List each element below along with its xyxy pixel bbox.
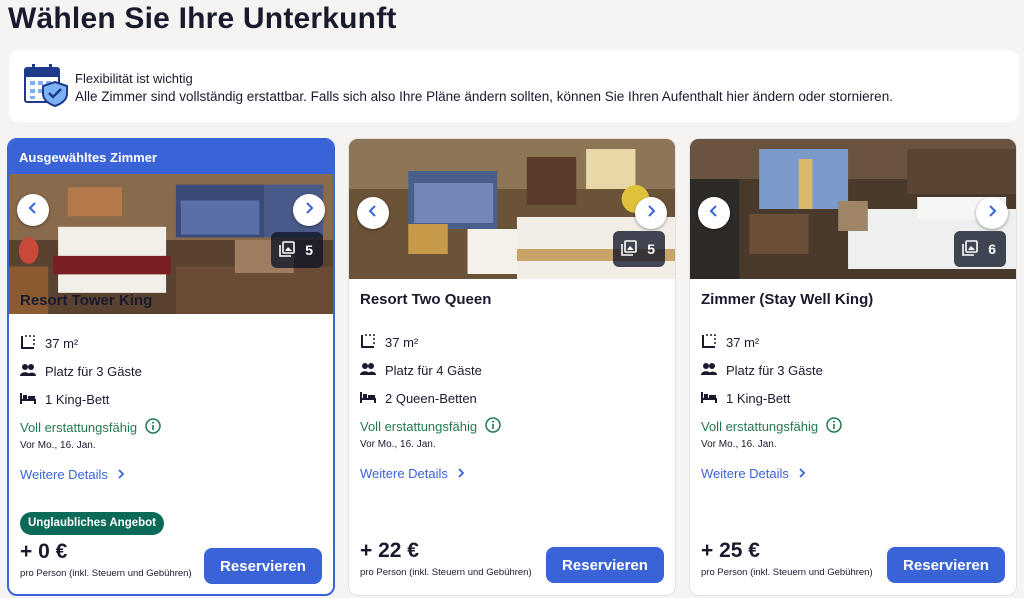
next-photo-button[interactable] — [635, 197, 667, 229]
gallery-icon — [962, 239, 979, 259]
calendar-shield-icon — [23, 62, 69, 108]
bed-icon — [20, 390, 36, 409]
refund-deadline: Vor Mo., 16. Jan. — [701, 439, 777, 450]
chevron-right-icon — [985, 204, 999, 223]
room-size: 37 m² — [20, 334, 78, 352]
photo-count-badge[interactable]: 5 — [271, 232, 323, 268]
page-title: Wählen Sie Ihre Unterkunft — [8, 2, 397, 35]
chevron-left-icon — [26, 201, 40, 220]
refund-label: Voll erstattungsfähig — [20, 419, 138, 435]
guest-capacity-label: Platz für 3 Gäste — [45, 363, 142, 379]
chevron-left-icon — [366, 204, 380, 223]
price: + 0 € — [20, 540, 68, 563]
people-icon — [360, 361, 376, 380]
photo-count-badge[interactable]: 5 — [613, 231, 665, 267]
chevron-right-icon — [116, 467, 126, 482]
info-icon[interactable] — [826, 416, 842, 436]
more-details-label: Weitere Details — [701, 466, 789, 481]
reserve-button[interactable]: Reservieren — [204, 548, 322, 584]
price-note: pro Person (inkl. Steuern und Gebühren) — [20, 568, 192, 579]
info-icon[interactable] — [145, 417, 161, 437]
more-details-link[interactable]: Weitere Details — [20, 467, 126, 482]
previous-photo-button[interactable] — [357, 197, 389, 229]
refund-deadline: Vor Mo., 16. Jan. — [360, 439, 436, 450]
room-name: Resort Tower King — [20, 292, 153, 309]
bed-label: 1 King-Bett — [45, 391, 110, 407]
more-details-link[interactable]: Weitere Details — [701, 466, 807, 481]
room-size: 37 m² — [701, 333, 759, 351]
photo-count: 6 — [988, 241, 996, 257]
bed-info: 1 King-Bett — [20, 390, 109, 408]
more-details-link[interactable]: Weitere Details — [360, 466, 466, 481]
room-size-label: 37 m² — [385, 334, 419, 350]
more-details-label: Weitere Details — [360, 466, 448, 481]
reserve-button[interactable]: Reservieren — [546, 547, 664, 583]
flexibility-title: Flexibilität ist wichtig — [75, 71, 193, 86]
guest-capacity: Platz für 3 Gäste — [20, 362, 142, 380]
refund-label: Voll erstattungsfähig — [360, 418, 478, 434]
room-card-resort-two-queen[interactable]: 5 Resort Two Queen 37 m² Platz für 4 Gäs… — [348, 138, 676, 596]
guest-capacity-label: Platz für 3 Gäste — [726, 362, 823, 378]
chevron-right-icon — [456, 466, 466, 481]
price: + 25 € — [701, 539, 760, 562]
previous-photo-button[interactable] — [698, 197, 730, 229]
guest-capacity-label: Platz für 4 Gäste — [385, 362, 482, 378]
reserve-button[interactable]: Reservieren — [887, 547, 1005, 583]
bed-icon — [701, 389, 717, 408]
gallery-icon — [621, 239, 638, 259]
refund-status: Voll erstattungsfähig — [701, 416, 842, 436]
room-size-label: 37 m² — [45, 335, 79, 351]
more-details-label: Weitere Details — [20, 467, 108, 482]
chevron-right-icon — [797, 466, 807, 481]
refund-status: Voll erstattungsfähig — [360, 416, 501, 436]
deal-badge: Unglaubliches Angebot — [20, 512, 164, 535]
selected-room-label: Ausgewähltes Zimmer — [9, 140, 333, 174]
room-name: Resort Two Queen — [360, 291, 492, 308]
chevron-left-icon — [707, 204, 721, 223]
next-photo-button[interactable] — [976, 197, 1008, 229]
next-photo-button[interactable] — [293, 194, 325, 226]
info-icon[interactable] — [485, 416, 501, 436]
previous-photo-button[interactable] — [17, 194, 49, 226]
bed-label: 1 King-Bett — [726, 390, 791, 406]
refund-deadline: Vor Mo., 16. Jan. — [20, 440, 96, 451]
room-size: 37 m² — [360, 333, 418, 351]
price: + 22 € — [360, 539, 419, 562]
room-size-icon — [20, 334, 36, 353]
bed-icon — [360, 389, 376, 408]
bed-label: 2 Queen-Betten — [385, 390, 477, 406]
photo-count: 5 — [647, 241, 655, 257]
flexibility-text: Alle Zimmer sind vollständig erstattbar.… — [75, 89, 893, 104]
flexibility-banner: Flexibilität ist wichtig Alle Zimmer sin… — [9, 50, 1019, 122]
chevron-right-icon — [302, 201, 316, 220]
price-note: pro Person (inkl. Steuern und Gebühren) — [360, 567, 532, 578]
refund-status: Voll erstattungsfähig — [20, 417, 161, 437]
chevron-right-icon — [644, 204, 658, 223]
refund-label: Voll erstattungsfähig — [701, 418, 819, 434]
guest-capacity: Platz für 3 Gäste — [701, 361, 823, 379]
people-icon — [20, 362, 36, 381]
guest-capacity: Platz für 4 Gäste — [360, 361, 482, 379]
photo-count: 5 — [305, 242, 313, 258]
room-size-icon — [360, 333, 376, 352]
gallery-icon — [279, 240, 296, 260]
photo-count-badge[interactable]: 6 — [954, 231, 1006, 267]
price-note: pro Person (inkl. Steuern und Gebühren) — [701, 567, 873, 578]
people-icon — [701, 361, 717, 380]
bed-info: 1 King-Bett — [701, 389, 790, 407]
room-size-label: 37 m² — [726, 334, 760, 350]
bed-info: 2 Queen-Betten — [360, 389, 477, 407]
room-name: Zimmer (Stay Well King) — [701, 291, 874, 308]
room-card-resort-tower-king[interactable]: Ausgewähltes Zimmer 5 Resort Tower King … — [7, 138, 335, 596]
room-size-icon — [701, 333, 717, 352]
room-card-stay-well-king[interactable]: 6 Zimmer (Stay Well King) 37 m² Platz fü… — [689, 138, 1017, 596]
